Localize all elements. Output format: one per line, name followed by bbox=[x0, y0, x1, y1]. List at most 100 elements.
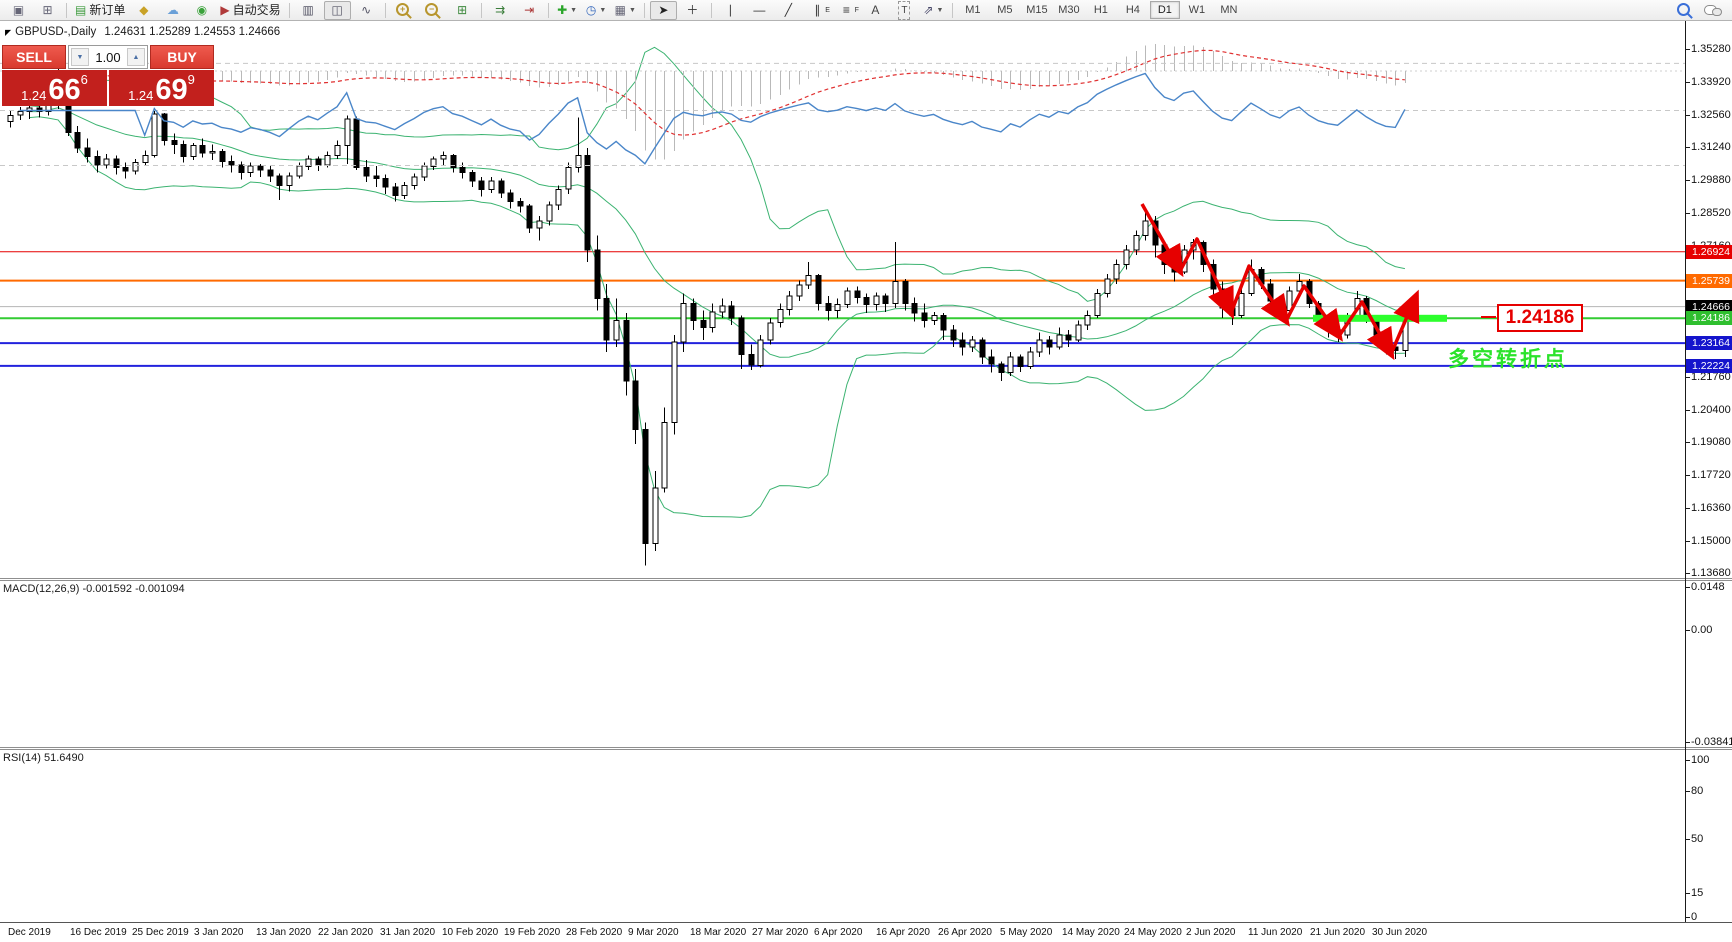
toolbar-separator bbox=[951, 2, 953, 18]
text-label-icon[interactable]: T bbox=[891, 0, 918, 20]
trendline-icon: ╱ bbox=[784, 2, 792, 17]
price-tick-label: 1.28520 bbox=[1691, 207, 1731, 219]
date-label: 24 May 2020 bbox=[1124, 927, 1182, 938]
equidistant-channel-icon[interactable]: ∥ E bbox=[804, 1, 831, 20]
date-label: 9 Mar 2020 bbox=[628, 927, 679, 938]
indicators-icon-dropdown[interactable]: ▼ bbox=[570, 2, 577, 19]
price-axis-line bbox=[1685, 21, 1686, 922]
chart-title: ◤ GBPUSD-,Daily 1.24631 1.25289 1.24553 1.… bbox=[5, 26, 280, 38]
timeframe-button-m5[interactable]: M5 bbox=[990, 1, 1020, 19]
volume-stepper[interactable]: ▼ 1.00 ▲ bbox=[68, 45, 148, 69]
sell-price[interactable]: 1.24 66 6 bbox=[2, 70, 107, 106]
periods-icon: ◷ bbox=[585, 2, 597, 17]
price-tick-label: 1.25800 bbox=[1691, 273, 1731, 285]
rsi-pane[interactable] bbox=[0, 21, 1685, 194]
vertical-line-icon[interactable]: ∣ bbox=[717, 1, 744, 20]
timeframe-button-h4[interactable]: H4 bbox=[1118, 1, 1148, 19]
price-tick-label: 1.23080 bbox=[1691, 339, 1731, 351]
date-label: 6 Apr 2020 bbox=[814, 927, 863, 938]
periods-icon[interactable]: ◷ ▼ bbox=[583, 1, 610, 20]
volume-value[interactable]: 1.00 bbox=[91, 46, 125, 68]
chart-shift-icon[interactable]: ⇥ bbox=[516, 1, 543, 20]
zigzag-arrow-annotation[interactable] bbox=[1140, 203, 1184, 278]
rsi-tick-label: 100 bbox=[1691, 754, 1710, 766]
trendline-icon[interactable]: ╱ bbox=[775, 1, 802, 20]
ohlc-values: 1.24631 1.25289 1.24553 1.24666 bbox=[104, 26, 281, 38]
date-label: 18 Mar 2020 bbox=[690, 927, 747, 938]
indicators-icon[interactable]: ✚ ▼ bbox=[554, 1, 581, 20]
bar-chart-icon: ▥ bbox=[302, 2, 314, 17]
zoom-out-icon[interactable]: − bbox=[420, 1, 447, 20]
timeframe-button-mn[interactable]: MN bbox=[1214, 1, 1244, 19]
gold-icon[interactable]: ◆ bbox=[130, 1, 157, 20]
horizontal-line-icon[interactable]: ― bbox=[746, 1, 773, 20]
date-label: 22 Jan 2020 bbox=[318, 927, 374, 938]
main-toolbar: ▣ ⊞ ▤ 新订单 ◆ ☁ ◉ ▶ 自动交易 ▥ ◫ ∿ + − ⊞ ⇉ ⇥ ✚ ▼ ◷ ▼ ▦ ▼ ➤ ＋ ∣ ― ╱ ∥ E ≡ F A T ⇗… bbox=[0, 0, 1732, 21]
arrows-icon-dropdown[interactable]: ▼ bbox=[936, 2, 943, 19]
turning-point-note[interactable]: 多空转折点 bbox=[1448, 343, 1568, 373]
tile-windows-icon[interactable]: ⊞ bbox=[449, 1, 476, 20]
date-label: 31 Jan 2020 bbox=[380, 927, 436, 938]
zoom-in-icon[interactable]: + bbox=[391, 1, 418, 20]
new-order-button: ▤ bbox=[75, 2, 87, 17]
signal-icon[interactable]: ◉ bbox=[188, 1, 215, 20]
timeframe-button-h1[interactable]: H1 bbox=[1086, 1, 1116, 19]
buy-price-point: 9 bbox=[187, 72, 195, 87]
search-icon[interactable] bbox=[1671, 1, 1698, 20]
chat-icon[interactable] bbox=[1700, 1, 1727, 20]
date-label: 28 Feb 2020 bbox=[566, 927, 623, 938]
mt4-window: ▣ ⊞ ▤ 新订单 ◆ ☁ ◉ ▶ 自动交易 ▥ ◫ ∿ + − ⊞ ⇉ ⇥ ✚ ▼ ◷ ▼ ▦ ▼ ➤ ＋ ∣ ― ╱ ∥ E ≡ F A T ⇗… bbox=[0, 0, 1732, 942]
timeframe-button-d1[interactable]: D1 bbox=[1149, 1, 1180, 19]
periods-icon-dropdown[interactable]: ▼ bbox=[599, 2, 606, 19]
pane-separator[interactable] bbox=[0, 578, 1732, 579]
line-chart-icon[interactable]: ∿ bbox=[353, 1, 380, 20]
arrows-icon[interactable]: ⇗ ▼ bbox=[920, 1, 947, 20]
price-annotation-box[interactable]: 1.24186 bbox=[1497, 304, 1583, 332]
volume-up-button[interactable]: ▲ bbox=[127, 48, 145, 66]
cursor-icon[interactable]: ➤ bbox=[649, 0, 677, 20]
sell-price-base: 1.24 bbox=[21, 88, 47, 103]
new-order-button[interactable]: ▤ 新订单 bbox=[72, 1, 128, 20]
candlestick-chart-icon[interactable]: ◫ bbox=[323, 0, 351, 20]
equidistant-channel-icon: ∥ bbox=[814, 2, 821, 17]
templates-icon-dropdown[interactable]: ▼ bbox=[629, 2, 636, 19]
toolbar-separator bbox=[547, 2, 549, 18]
chart-area: 1.35280 1.33920 1.32560 1.31240 1.29880 1.285… bbox=[0, 21, 1732, 942]
crosshair-icon[interactable]: ＋ bbox=[679, 1, 706, 20]
horizontal-line-icon: ― bbox=[753, 2, 766, 17]
support-zone-bar[interactable] bbox=[1313, 314, 1447, 322]
auto-scroll-icon[interactable]: ⇉ bbox=[487, 1, 514, 20]
timeframe-button-m30[interactable]: M30 bbox=[1054, 1, 1084, 19]
fibonacci-icon-sub: F bbox=[854, 6, 859, 14]
date-label: 16 Apr 2020 bbox=[876, 927, 930, 938]
cloud-icon: ☁ bbox=[166, 2, 179, 17]
time-axis[interactable]: Dec 2019 16 Dec 2019 25 Dec 2019 3 Jan 2020… bbox=[0, 922, 1732, 942]
timeframe-button-m15[interactable]: M15 bbox=[1022, 1, 1052, 19]
buy-price[interactable]: 1.24 69 9 bbox=[109, 70, 214, 106]
volume-down-button[interactable]: ▼ bbox=[71, 48, 89, 66]
sell-button[interactable]: SELL bbox=[2, 45, 66, 69]
market-watch-icon[interactable]: ⊞ bbox=[34, 1, 61, 20]
sell-price-point: 6 bbox=[80, 72, 88, 87]
tile-windows-icon: ⊞ bbox=[457, 2, 468, 17]
timeframe-button-w1[interactable]: W1 bbox=[1182, 1, 1212, 19]
bar-chart-icon[interactable]: ▥ bbox=[295, 1, 322, 20]
price-tick-label: 1.24440 bbox=[1691, 306, 1731, 318]
chart-window-icon[interactable]: ▣ bbox=[5, 1, 32, 20]
toolbar-separator bbox=[480, 2, 482, 18]
text-icon[interactable]: A bbox=[862, 1, 889, 20]
buy-button[interactable]: BUY bbox=[150, 45, 214, 69]
auto-trading-button[interactable]: ▶ 自动交易 bbox=[217, 1, 283, 20]
price-tick-label: 1.17720 bbox=[1691, 469, 1731, 481]
fibonacci-icon[interactable]: ≡ F bbox=[833, 1, 860, 20]
templates-icon[interactable]: ▦ ▼ bbox=[612, 1, 639, 20]
price-tick-label: 1.35280 bbox=[1691, 43, 1731, 55]
timeframe-button-m1[interactable]: M1 bbox=[958, 1, 988, 19]
pane-separator bbox=[0, 580, 1732, 581]
price-level-badge-1.24666: 1.24666 bbox=[1686, 300, 1732, 314]
crosshair-icon: ＋ bbox=[686, 2, 699, 17]
search-icon bbox=[1676, 2, 1690, 16]
zoom-in-icon: + bbox=[396, 2, 410, 16]
cloud-icon[interactable]: ☁ bbox=[159, 1, 186, 20]
pane-separator[interactable] bbox=[0, 747, 1732, 748]
